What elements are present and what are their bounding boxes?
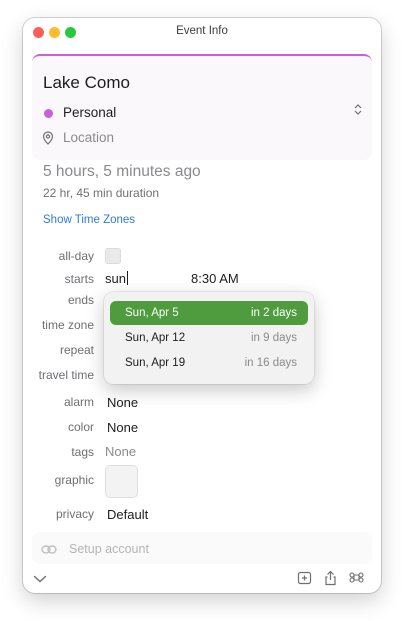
suggestion-date: Sun, Apr 5 — [125, 307, 179, 319]
alarm-label: alarm — [63, 395, 94, 409]
link-icon — [41, 545, 57, 557]
event-duration: 22 hr, 45 min duration — [43, 186, 160, 200]
date-suggestion-item[interactable]: Sun, Apr 5 in 2 days — [110, 301, 308, 325]
graphic-well[interactable] — [105, 465, 138, 498]
travel-time-label: travel time — [38, 368, 94, 382]
suggestion-relative: in 2 days — [250, 307, 297, 319]
all-day-checkbox[interactable] — [105, 248, 121, 264]
add-to-calendar-icon[interactable] — [297, 570, 312, 590]
relative-time: 5 hours, 5 minutes ago — [43, 163, 201, 180]
graphic-label: graphic — [54, 473, 94, 487]
show-time-zones-link[interactable]: Show Time Zones — [43, 214, 135, 226]
starts-label: starts — [64, 272, 94, 286]
suggestion-relative: in 16 days — [244, 357, 297, 369]
location-field[interactable]: Location — [63, 130, 114, 145]
color-value[interactable]: None — [107, 420, 138, 435]
starts-date-input[interactable]: sun — [105, 271, 128, 286]
date-suggestion-item[interactable]: Sun, Apr 12 in 9 days — [110, 326, 308, 350]
privacy-value[interactable]: Default — [107, 507, 148, 522]
share-icon[interactable] — [323, 570, 338, 591]
event-card: Lake Como Personal Location — [32, 54, 372, 160]
tags-label: tags — [71, 445, 94, 459]
time-zone-label: time zone — [41, 318, 94, 332]
ends-label: ends — [67, 293, 94, 307]
window-title: Event Info — [176, 25, 228, 37]
all-day-label: all-day — [58, 249, 94, 263]
repeat-label: repeat — [59, 343, 94, 357]
color-label: color — [67, 420, 94, 434]
tags-value[interactable]: None — [105, 444, 136, 459]
date-suggestions-dropdown: Sun, Apr 5 in 2 days Sun, Apr 12 in 9 da… — [104, 292, 314, 384]
calendar-selector-chevrons-icon[interactable] — [354, 104, 362, 118]
date-suggestion-item[interactable]: Sun, Apr 19 in 16 days — [110, 351, 308, 375]
suggestion-relative: in 9 days — [250, 332, 297, 344]
privacy-label: privacy — [55, 507, 94, 521]
setup-account-bar[interactable]: Setup account — [32, 532, 372, 564]
setup-account-label: Setup account — [69, 542, 149, 556]
suggestion-date: Sun, Apr 19 — [125, 357, 186, 369]
starts-time-input[interactable]: 8:30 AM — [191, 271, 239, 286]
alarm-value[interactable]: None — [107, 395, 138, 410]
title-bar: Event Info — [23, 18, 381, 46]
calendar-color-dot — [44, 109, 53, 118]
event-title[interactable]: Lake Como — [43, 73, 130, 93]
calendar-name[interactable]: Personal — [63, 105, 116, 120]
location-pin-icon — [42, 131, 54, 150]
text-caret — [126, 271, 128, 285]
suggestion-date: Sun, Apr 12 — [125, 332, 186, 344]
chevron-down-icon[interactable] — [33, 570, 47, 588]
command-icon[interactable] — [349, 570, 364, 590]
starts-date-value: sun — [105, 271, 126, 286]
